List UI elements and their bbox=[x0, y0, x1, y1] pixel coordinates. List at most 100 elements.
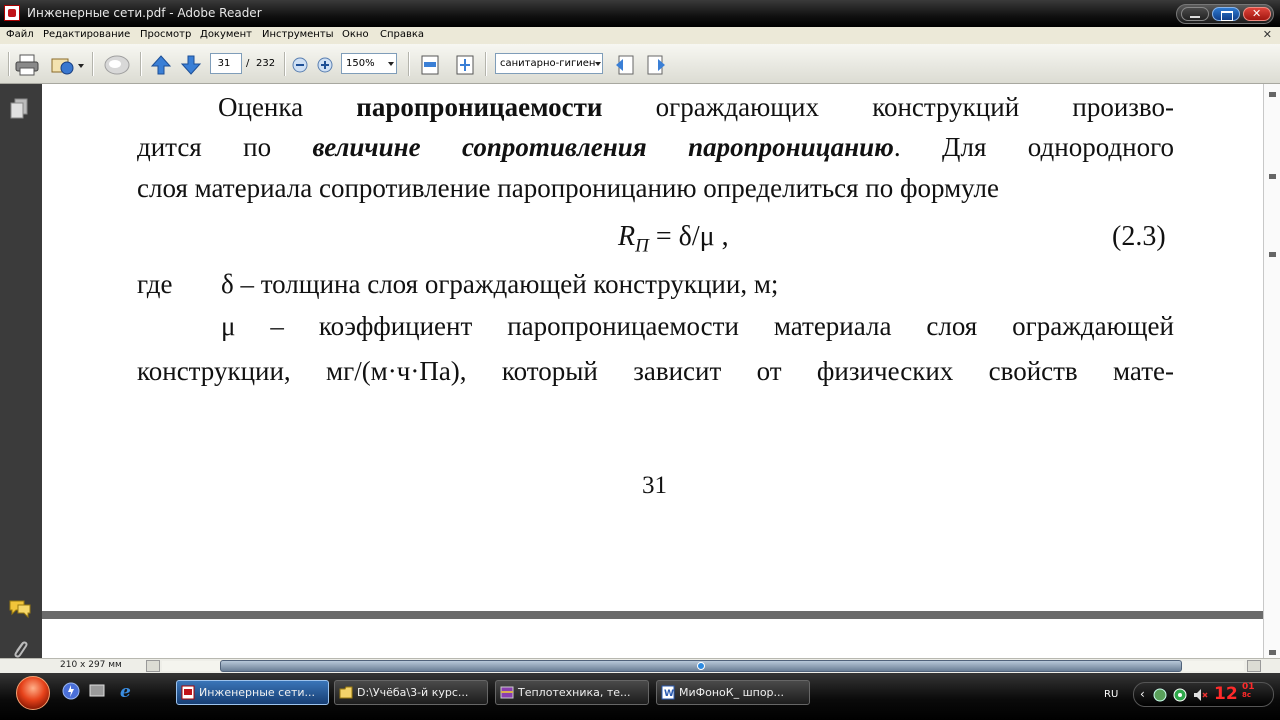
scroll-marker bbox=[1269, 650, 1276, 655]
internet-explorer-icon[interactable]: e bbox=[118, 682, 136, 700]
document-close-icon[interactable]: ✕ bbox=[1263, 28, 1272, 41]
svg-text:e: e bbox=[120, 682, 131, 700]
paragraph-line-1: Оценка паропроницаемости ограждающих кон… bbox=[218, 92, 1174, 123]
vertical-scrollbar[interactable] bbox=[1263, 84, 1280, 658]
formula-symbol: R bbox=[618, 221, 636, 252]
fit-page-icon[interactable] bbox=[454, 54, 476, 76]
navigation-panel bbox=[0, 84, 42, 658]
menu-edit[interactable]: Редактирование bbox=[43, 29, 130, 40]
taskbar-item-label: D:\Учёба\3-й курс... bbox=[357, 686, 469, 699]
next-page-icon[interactable] bbox=[180, 54, 202, 76]
taskbar-item-folder[interactable]: D:\Учёба\3-й курс... bbox=[334, 680, 488, 705]
previous-page-icon[interactable] bbox=[150, 54, 172, 76]
language-indicator[interactable]: RU bbox=[1104, 689, 1118, 700]
zoom-in-icon[interactable] bbox=[317, 57, 333, 73]
chevron-down-icon bbox=[595, 62, 601, 66]
title-bar: Инженерные сети.pdf - Adobe Reader bbox=[0, 0, 1280, 27]
adobe-reader-icon bbox=[4, 5, 20, 21]
scroll-marker bbox=[1269, 92, 1276, 97]
menu-file[interactable]: Файл bbox=[6, 29, 34, 40]
page-separator: / bbox=[246, 58, 250, 69]
page-size-label: 210 x 297 мм bbox=[60, 660, 122, 670]
toolbar: 31 / 232 150% санитарно-гигиен bbox=[0, 44, 1280, 84]
zoom-select[interactable]: 150% bbox=[341, 53, 397, 74]
next-pdf-page bbox=[42, 619, 1263, 658]
chevron-down-icon[interactable] bbox=[78, 64, 84, 68]
toolbar-separator bbox=[408, 52, 409, 76]
definition-delta: δ – толщина слоя ограждающей конструкции… bbox=[221, 269, 779, 299]
security-shield-icon[interactable] bbox=[1172, 687, 1188, 703]
text-run: дится по bbox=[137, 132, 313, 162]
pdf-page: Оценка паропроницаемости ограждающих кон… bbox=[42, 84, 1263, 611]
menu-document[interactable]: Документ bbox=[200, 29, 252, 40]
status-bar: 210 x 297 мм bbox=[0, 658, 1280, 673]
page-number-input[interactable]: 31 bbox=[210, 53, 242, 74]
menu-view[interactable]: Просмотр bbox=[140, 29, 191, 40]
where-label: где bbox=[137, 269, 173, 299]
taskbar-item-label: Инженерные сети... bbox=[199, 686, 316, 699]
toolbar-separator bbox=[284, 52, 285, 76]
toolbar-separator bbox=[140, 52, 141, 76]
minimize-button[interactable] bbox=[1181, 7, 1209, 21]
pages-panel-icon[interactable] bbox=[10, 98, 28, 120]
comment-tools-icon[interactable] bbox=[103, 54, 131, 76]
zoom-out-icon[interactable] bbox=[292, 57, 308, 73]
word-document-icon: W bbox=[661, 685, 675, 700]
taskbar: e Инженерные сети... D:\Учёба\3-й курс..… bbox=[0, 673, 1280, 720]
taskbar-item-heat-engineering[interactable]: Теплотехника, те... bbox=[495, 680, 649, 705]
find-next-icon[interactable] bbox=[645, 54, 667, 76]
network-icon[interactable] bbox=[1152, 687, 1168, 703]
formula-subscript: П bbox=[635, 235, 649, 257]
clock-hours[interactable]: 12 bbox=[1214, 684, 1238, 704]
paragraph-line-3: слоя материала сопротивление паропроница… bbox=[137, 173, 999, 203]
maximize-button[interactable] bbox=[1212, 7, 1240, 21]
definition-mu: μ – коэффициент паропроницаемости матери… bbox=[221, 311, 1174, 341]
search-text: санитарно-гигиен bbox=[500, 58, 596, 69]
scroll-grip[interactable] bbox=[697, 662, 705, 670]
formula: RП = δ/μ , bbox=[618, 221, 729, 258]
start-button[interactable] bbox=[16, 676, 50, 710]
fit-width-icon[interactable] bbox=[419, 54, 441, 76]
menu-window[interactable]: Окно bbox=[342, 29, 369, 40]
formula-expression: = δ/μ , bbox=[648, 221, 729, 252]
find-previous-icon[interactable] bbox=[614, 54, 636, 76]
svg-text:W: W bbox=[664, 689, 674, 699]
quicklaunch-app-icon[interactable] bbox=[62, 682, 80, 700]
scroll-marker bbox=[1269, 252, 1276, 257]
toolbar-separator bbox=[92, 52, 93, 76]
zoom-value: 150% bbox=[346, 58, 375, 69]
volume-muted-icon[interactable] bbox=[1192, 687, 1208, 703]
show-desktop-icon[interactable] bbox=[89, 682, 107, 700]
email-attach-icon[interactable] bbox=[49, 54, 75, 76]
window-title: Инженерные сети.pdf - Adobe Reader bbox=[27, 6, 262, 20]
pdf-icon bbox=[181, 685, 195, 700]
toolbar-separator bbox=[485, 52, 486, 76]
clock-minutes[interactable]: 01 8с bbox=[1242, 683, 1255, 700]
menu-tools[interactable]: Инструменты bbox=[262, 29, 334, 40]
text-run: ограждающих конструкций произво- bbox=[602, 92, 1174, 122]
scroll-left-button[interactable] bbox=[146, 660, 160, 672]
window-controls bbox=[1176, 4, 1274, 24]
print-icon[interactable] bbox=[15, 54, 39, 76]
clock-seconds-value: 8с bbox=[1242, 691, 1252, 699]
bold-term: паропроницаемости bbox=[356, 92, 603, 122]
toolbar-grip bbox=[8, 52, 9, 76]
menu-bar: Файл Редактирование Просмотр Документ Ин… bbox=[0, 27, 1280, 44]
taskbar-item-label: МиФоноК_ шпор... bbox=[679, 686, 785, 699]
chevron-down-icon bbox=[388, 62, 394, 66]
document-viewport[interactable]: Оценка паропроницаемости ограждающих кон… bbox=[42, 84, 1263, 658]
formula-number: (2.3) bbox=[1112, 221, 1166, 252]
text-run: Оценка bbox=[218, 92, 357, 122]
taskbar-item-word-document[interactable]: W МиФоноК_ шпор... bbox=[656, 680, 810, 705]
comments-panel-icon[interactable] bbox=[8, 599, 32, 619]
search-field[interactable]: санитарно-гигиен bbox=[495, 53, 603, 74]
taskbar-item-adobe-reader[interactable]: Инженерные сети... bbox=[176, 680, 329, 705]
text-run: . Для однородного bbox=[893, 132, 1174, 162]
page-number: 31 bbox=[642, 472, 667, 499]
scroll-right-button[interactable] bbox=[1247, 660, 1261, 672]
taskbar-item-label: Теплотехника, те... bbox=[518, 686, 631, 699]
menu-help[interactable]: Справка bbox=[380, 29, 424, 40]
close-button[interactable] bbox=[1243, 7, 1271, 21]
chevron-left-icon[interactable]: ‹ bbox=[1140, 687, 1145, 701]
page-total: 232 bbox=[256, 58, 276, 69]
